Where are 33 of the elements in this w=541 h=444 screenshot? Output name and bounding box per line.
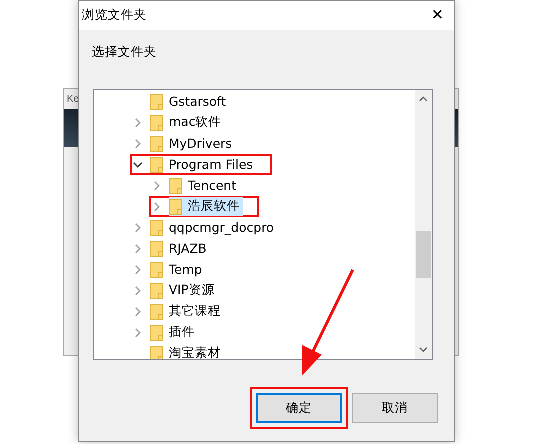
folder-item[interactable]: 淘宝素材 <box>150 344 224 359</box>
close-button[interactable]: ✕ <box>431 8 444 23</box>
folder-item[interactable]: MyDrivers <box>150 134 236 153</box>
folder-icon <box>169 198 182 214</box>
folder-item[interactable]: 插件 <box>150 323 198 342</box>
folder-icon <box>169 178 182 194</box>
scrollbar[interactable] <box>415 90 432 359</box>
cancel-button[interactable]: 取消 <box>352 393 438 423</box>
folder-icon <box>150 156 163 172</box>
folder-item[interactable]: RJAZB <box>150 239 210 258</box>
folder-icon <box>150 346 163 359</box>
folder-icon <box>150 324 163 340</box>
folder-icon <box>150 262 163 278</box>
folder-icon <box>150 114 163 130</box>
folder-icon <box>150 136 163 152</box>
folder-icon <box>150 220 163 236</box>
folder-item[interactable]: qqpcmgr_docpro <box>150 218 278 237</box>
folder-item[interactable]: 浩辰软件 <box>169 197 243 216</box>
window-title: 浏览文件夹 <box>82 7 147 24</box>
folder-item[interactable]: Program Files <box>150 155 256 174</box>
folder-icon <box>150 240 163 256</box>
prompt-text: 选择文件夹 <box>92 44 158 61</box>
folder-item[interactable]: mac软件 <box>150 113 225 132</box>
folder-item[interactable]: Temp <box>150 260 206 279</box>
folder-item[interactable]: Gstarsoft <box>150 92 230 111</box>
ok-button[interactable]: 确定 <box>256 393 342 423</box>
folder-item[interactable]: VIP资源 <box>150 281 218 300</box>
folder-item[interactable]: 其它课程 <box>150 302 224 321</box>
folder-icon <box>150 94 163 110</box>
folder-icon <box>150 304 163 320</box>
folder-icon <box>150 282 163 298</box>
scrollbar-thumb[interactable] <box>416 231 431 278</box>
folder-item[interactable]: Tencent <box>169 176 240 195</box>
